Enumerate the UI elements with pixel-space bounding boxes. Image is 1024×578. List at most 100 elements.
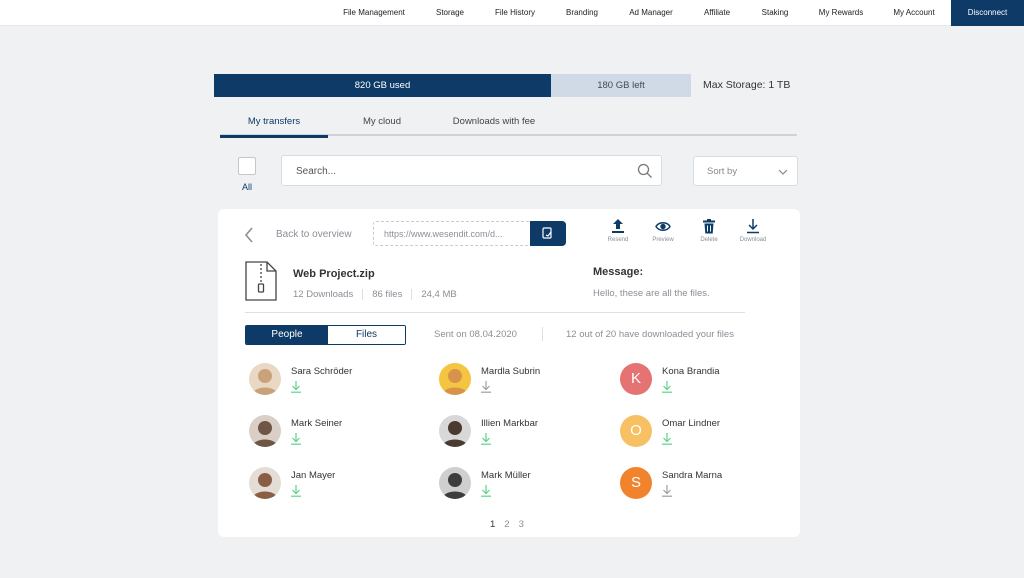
nav-my-account[interactable]: My Account: [893, 0, 934, 26]
avatar-initial: O: [620, 415, 652, 447]
sort-dropdown[interactable]: Sort by: [693, 156, 798, 186]
meta-divider: [411, 289, 413, 300]
tab-my-transfers[interactable]: My transfers: [220, 112, 328, 138]
nav-storage[interactable]: Storage: [436, 0, 464, 26]
downloaded-icon: [291, 381, 301, 393]
download-icon: [747, 219, 759, 234]
page-2[interactable]: 2: [504, 519, 509, 530]
delete-label: Delete: [700, 237, 718, 243]
trash-icon: [703, 219, 715, 234]
avatar-initial: S: [620, 467, 652, 499]
select-all-checkbox[interactable]: [238, 157, 256, 175]
recipient-name: Kona Brandia: [662, 366, 720, 377]
download-status: 12 out of 20 have downloaded your files: [566, 329, 734, 340]
avatar-photo: [249, 415, 281, 447]
chevron-left-icon: [244, 227, 253, 243]
share-link-url: https://www.wesendit.com/d...: [384, 229, 503, 239]
file-downloads: 12 Downloads: [293, 289, 354, 301]
file-meta: 12 Downloads 86 files 24,4 MB: [293, 289, 457, 300]
nav-my-rewards[interactable]: My Rewards: [819, 0, 863, 26]
recipient-name: Mark Müller: [481, 470, 531, 481]
downloaded-icon: [662, 433, 672, 445]
toggle-people[interactable]: People: [246, 326, 328, 344]
download-button[interactable]: Download: [733, 219, 773, 243]
toggle-files[interactable]: Files: [328, 326, 405, 344]
recipient-item: Jan Mayer: [249, 467, 419, 501]
file-count: 86 files: [372, 289, 403, 301]
message-text: Hello, these are all the files.: [593, 288, 710, 299]
zip-file-icon: [245, 261, 277, 301]
not-downloaded-icon: [662, 485, 672, 497]
recipient-name: Mardla Subrin: [481, 366, 541, 377]
storage-bar: 820 GB used 180 GB left: [214, 74, 691, 97]
recipient-item: Illien Markbar: [439, 415, 609, 449]
transfer-tabs: My transfers My cloud Downloads with fee: [220, 112, 797, 138]
recipient-item: S Sandra Marna: [620, 467, 790, 501]
resend-label: Resend: [607, 237, 629, 243]
search-icon[interactable]: [637, 163, 653, 179]
back-label: Back to overview: [276, 229, 352, 240]
storage-used-segment: 820 GB used: [214, 74, 551, 97]
delete-button[interactable]: Delete: [689, 219, 729, 243]
recipient-name: Sandra Marna: [662, 470, 723, 481]
storage-left-segment: 180 GB left: [551, 74, 691, 97]
recipient-item: Mardla Subrin: [439, 363, 609, 397]
section-divider: [245, 312, 745, 313]
nav-branding[interactable]: Branding: [566, 0, 598, 26]
people-files-toggle: People Files: [245, 325, 406, 345]
recipient-item: Mark Seiner: [249, 415, 419, 449]
page-1[interactable]: 1: [490, 519, 495, 530]
file-size: 24,4 MB: [421, 289, 457, 301]
chevron-down-icon: [778, 169, 788, 175]
search-box: [281, 155, 662, 186]
downloaded-icon: [291, 433, 301, 445]
upload-icon: [612, 219, 624, 233]
page-3[interactable]: 3: [519, 519, 524, 530]
max-storage-label: Max Storage: 1 TB: [703, 79, 791, 91]
tab-downloads-with-fee[interactable]: Downloads with fee: [438, 112, 550, 134]
search-input[interactable]: [296, 164, 626, 178]
recipient-item: K Kona Brandia: [620, 363, 790, 397]
nav-ad-manager[interactable]: Ad Manager: [629, 0, 673, 26]
file-name: Web Project.zip: [293, 268, 375, 280]
recipient-item: Sara Schröder: [249, 363, 419, 397]
avatar-photo: [249, 363, 281, 395]
avatar-initial: K: [620, 363, 652, 395]
preview-label: Preview: [652, 237, 674, 243]
not-downloaded-icon: [481, 381, 491, 393]
recipient-name: Omar Lindner: [662, 418, 721, 429]
preview-button[interactable]: Preview: [643, 219, 683, 243]
sort-label: Sort by: [707, 166, 738, 177]
avatar-photo: [439, 363, 471, 395]
nav-affiliate[interactable]: Affiliate: [704, 0, 730, 26]
copy-link-button[interactable]: [530, 221, 566, 246]
downloaded-icon: [662, 381, 672, 393]
tab-my-cloud[interactable]: My cloud: [344, 112, 420, 134]
eye-icon: [655, 222, 671, 231]
recipient-item: O Omar Lindner: [620, 415, 790, 449]
disconnect-button[interactable]: Disconnect: [951, 0, 1024, 26]
avatar-photo: [249, 467, 281, 499]
meta-divider: [362, 289, 364, 300]
downloaded-icon: [291, 485, 301, 497]
downloaded-icon: [481, 485, 491, 497]
copy-icon: [542, 227, 552, 239]
status-divider: [542, 327, 543, 341]
resend-button[interactable]: Resend: [598, 219, 638, 243]
recipient-name: Sara Schröder: [291, 366, 353, 377]
recipient-name: Mark Seiner: [291, 418, 343, 429]
message-title: Message:: [593, 266, 644, 278]
recipient-item: Mark Müller: [439, 467, 609, 501]
download-label: Download: [739, 237, 767, 243]
top-navigation: File Management Storage File History Bra…: [0, 0, 1024, 26]
avatar-photo: [439, 467, 471, 499]
recipient-name: Illien Markbar: [481, 418, 539, 429]
avatar-photo: [439, 415, 471, 447]
select-all-label: All: [242, 182, 253, 192]
nav-staking[interactable]: Staking: [762, 0, 789, 26]
nav-file-management[interactable]: File Management: [343, 0, 405, 26]
sent-date: Sent on 08.04.2020: [434, 329, 517, 340]
pagination: 123: [490, 519, 533, 530]
nav-file-history[interactable]: File History: [495, 0, 535, 26]
downloaded-icon: [481, 433, 491, 445]
